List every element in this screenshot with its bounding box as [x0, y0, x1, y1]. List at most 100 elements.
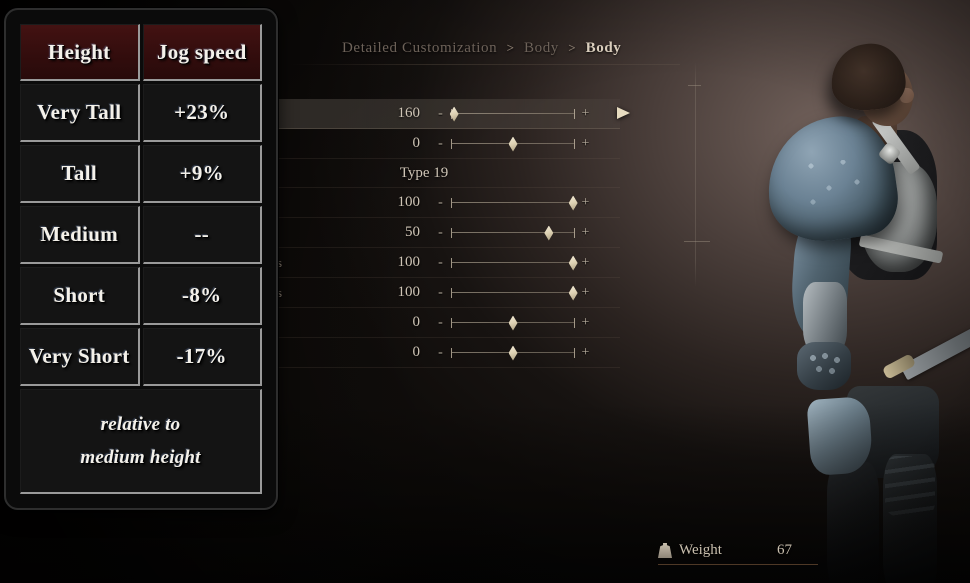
slider-decrement-button[interactable]: -: [434, 136, 447, 152]
height-jogspeed-overlay: Height Jog speed Very Tall +23% Tall +9%…: [4, 8, 278, 510]
slider-knob[interactable]: [544, 225, 554, 241]
slider-cap-right: [574, 227, 575, 238]
weight-label: Weight: [679, 542, 722, 558]
slider-row[interactable]: ss 100 - +: [272, 248, 620, 278]
type-row[interactable]: Type 19: [272, 159, 620, 188]
slider-knob[interactable]: [568, 255, 578, 271]
slider-row[interactable]: 50 - +: [272, 218, 620, 248]
slider-track[interactable]: [449, 283, 578, 303]
slider-increment-button[interactable]: +: [579, 136, 592, 152]
table-header-row: Height Jog speed: [20, 24, 262, 81]
slider-cap-left: [451, 347, 452, 358]
slider-cap-left: [451, 197, 452, 208]
slider-cap-right: [574, 347, 575, 358]
slider-value: 100: [397, 284, 421, 300]
column-header-height: Height: [20, 24, 140, 81]
cell-height-very-short: Very Short: [20, 328, 140, 386]
slider-knob[interactable]: [568, 285, 578, 301]
slider-cap-left: [451, 287, 452, 298]
slider-row[interactable]: 160 - +: [272, 99, 630, 129]
slider-line: [452, 232, 574, 233]
breadcrumb-item-body[interactable]: Body: [524, 40, 559, 56]
slider-increment-button[interactable]: +: [579, 285, 592, 301]
slider-value: 0: [412, 314, 421, 330]
slider-cap-right: [574, 138, 575, 149]
slider-decrement-button[interactable]: -: [434, 225, 447, 241]
slider-decrement-button[interactable]: -: [434, 106, 447, 122]
cell-height-tall: Tall: [20, 145, 140, 203]
slider-increment-button[interactable]: +: [579, 315, 592, 331]
slider-row[interactable]: 100 - +: [272, 188, 620, 218]
slider-decrement-button[interactable]: -: [434, 285, 447, 301]
slider-knob[interactable]: [508, 315, 518, 331]
table-row: Tall +9%: [20, 145, 262, 203]
slider-increment-button[interactable]: +: [579, 255, 592, 271]
slider-cap-left: [451, 227, 452, 238]
slider-cap-left: [451, 257, 452, 268]
slider-line: [452, 113, 574, 114]
slider-increment-button[interactable]: +: [579, 225, 592, 241]
slider-knob[interactable]: [508, 136, 518, 152]
slider-value: 0: [412, 344, 421, 360]
slider-cap-left: [451, 317, 452, 328]
cell-height-medium: Medium: [20, 206, 140, 264]
weight-readout: Weight 67: [658, 542, 818, 565]
slider-decrement-button[interactable]: -: [434, 345, 447, 361]
camera-guide-line: [695, 62, 696, 287]
slider-line: [452, 262, 574, 263]
slider-decrement-button[interactable]: -: [434, 315, 447, 331]
slider-value: 0: [412, 135, 421, 151]
column-header-jog-speed: Jog speed: [142, 24, 262, 81]
cell-height-very-tall: Very Tall: [20, 84, 140, 142]
slider-track[interactable]: [449, 104, 577, 124]
cell-speed-very-short: -17%: [142, 328, 262, 386]
slider-track[interactable]: [449, 253, 578, 273]
breadcrumb-separator-icon-2: >: [568, 40, 577, 55]
breadcrumb-divider: [290, 64, 680, 65]
game-screen: Detailed Customization > Body > Body 160…: [0, 0, 970, 583]
slider-decrement-button[interactable]: -: [434, 255, 447, 271]
slider-track[interactable]: [449, 313, 577, 333]
slider-increment-button[interactable]: +: [579, 106, 592, 122]
breadcrumb-item-root[interactable]: Detailed Customization: [342, 40, 497, 56]
breadcrumb: Detailed Customization > Body > Body: [342, 40, 621, 57]
slider-value: 100: [397, 194, 421, 210]
slider-value: 50: [405, 224, 420, 240]
slider-track[interactable]: [449, 223, 577, 243]
breadcrumb-current: Body: [585, 40, 622, 56]
slider-row[interactable]: 0 - +: [272, 129, 620, 159]
slider-increment-button[interactable]: +: [579, 195, 592, 211]
slider-value: 100: [397, 254, 421, 270]
slider-track[interactable]: [449, 193, 578, 213]
table-footnote-row: relative to medium height: [20, 389, 262, 494]
cell-speed-very-tall: +23%: [142, 84, 262, 142]
cell-speed-tall: +9%: [142, 145, 262, 203]
table-row: Medium --: [20, 206, 262, 264]
footnote-line-2: medium height: [80, 447, 201, 468]
slider-line: [452, 292, 574, 293]
slider-increment-button[interactable]: +: [579, 345, 592, 361]
slider-row[interactable]: 0 - +: [272, 308, 620, 338]
slider-row[interactable]: 0 - +: [272, 338, 620, 368]
slider-track[interactable]: [449, 343, 577, 363]
slider-decrement-button[interactable]: -: [434, 195, 447, 211]
slider-knob[interactable]: [568, 195, 578, 211]
slider-row[interactable]: ss 100 - +: [272, 278, 620, 308]
table-row: Very Tall +23%: [20, 84, 262, 142]
customization-slider-list: 160 - + 0 - + Type 19 100 - + 50 - + 100…: [272, 99, 630, 368]
slider-cap-right: [574, 317, 575, 328]
type-label: Type 19: [399, 164, 449, 181]
guide-tick-lower: [684, 241, 710, 242]
table-row: Short -8%: [20, 267, 262, 325]
cell-speed-short: -8%: [142, 267, 262, 325]
slider-cap-right: [574, 108, 575, 119]
height-jogspeed-table: Height Jog speed Very Tall +23% Tall +9%…: [17, 21, 265, 497]
weight-value: 67: [777, 542, 792, 558]
breadcrumb-separator-icon: >: [506, 40, 515, 55]
weight-icon: [658, 543, 672, 558]
slider-cap-left: [451, 138, 452, 149]
slider-track[interactable]: [449, 134, 577, 154]
slider-knob[interactable]: [508, 345, 518, 361]
slider-value: 160: [397, 105, 421, 121]
guide-tick-upper: [688, 85, 701, 86]
